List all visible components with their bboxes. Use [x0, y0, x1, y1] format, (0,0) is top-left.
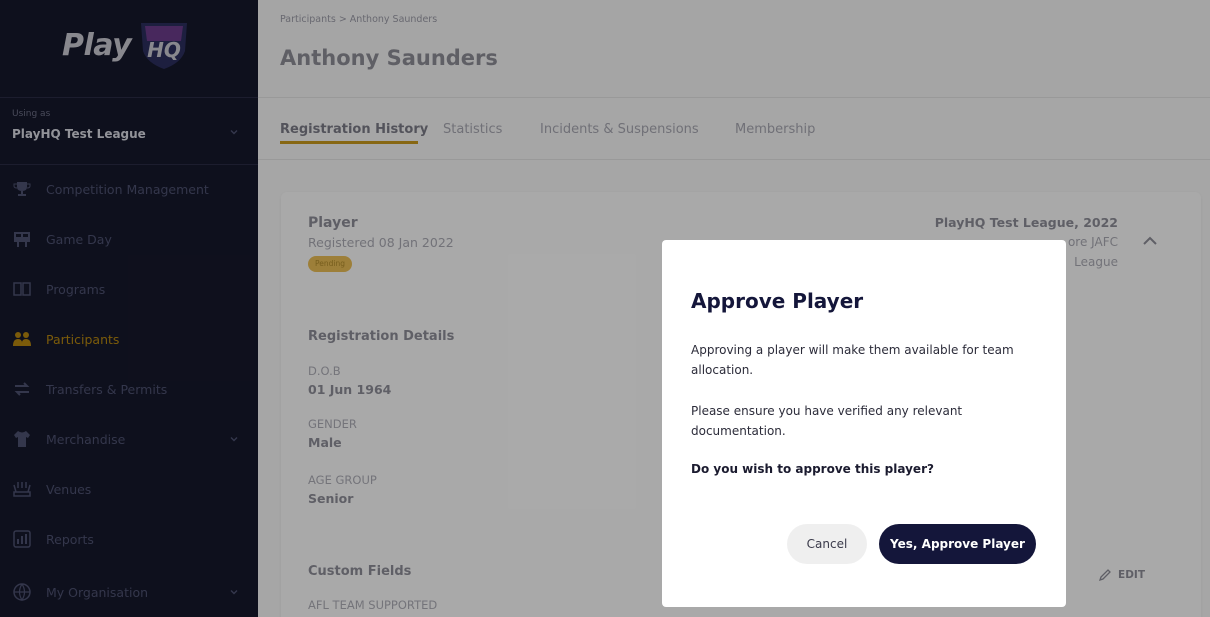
- dialog-message-documentation: Please ensure you have verified any rele…: [691, 404, 963, 438]
- approve-player-dialog: Approve Player Approving a player will m…: [662, 240, 1066, 607]
- dialog-title: Approve Player: [691, 289, 864, 313]
- dialog-message-approval: Approving a player will make them availa…: [691, 343, 1014, 377]
- approve-player-button[interactable]: Yes, Approve Player: [879, 524, 1036, 564]
- dialog-question: Do you wish to approve this player?: [691, 462, 934, 476]
- cancel-button[interactable]: Cancel: [787, 524, 867, 564]
